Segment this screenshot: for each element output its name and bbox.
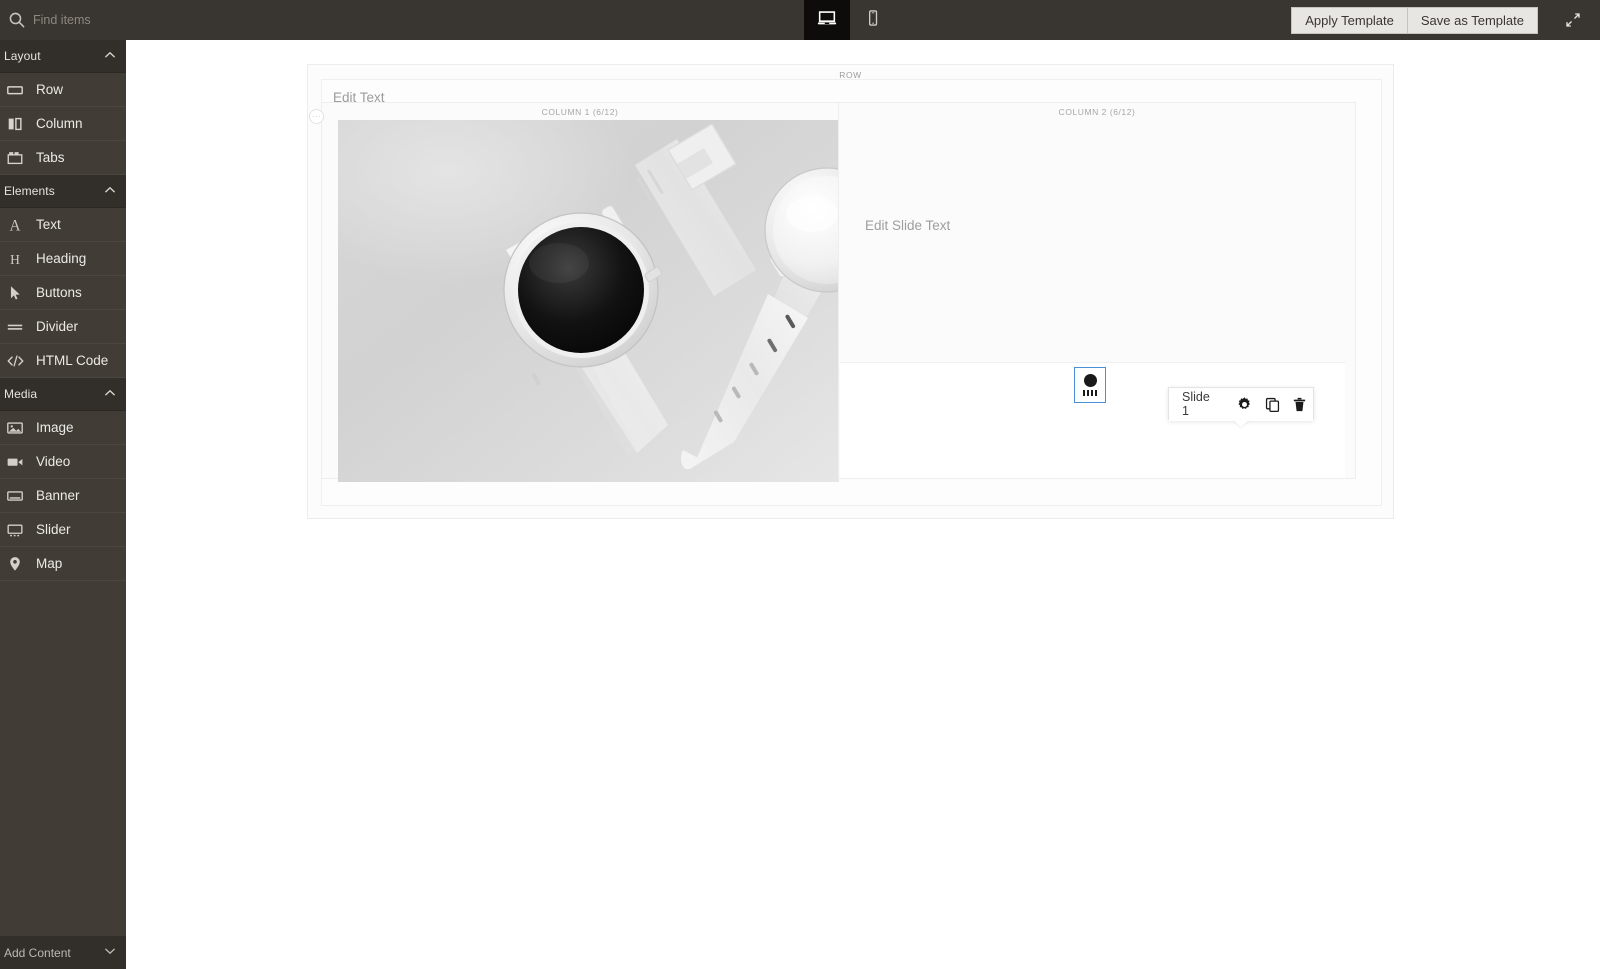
sidebar-item-map[interactable]: Map: [0, 547, 126, 581]
column-1-label: COLUMN 1 (6/12): [541, 107, 619, 117]
sidebar-group-media-label: Media: [4, 387, 38, 401]
save-as-template-button[interactable]: Save as Template: [1407, 6, 1538, 34]
row-icon: [5, 80, 25, 100]
expand-diagonal-icon[interactable]: [1556, 0, 1590, 40]
apply-template-button[interactable]: Apply Template: [1291, 6, 1408, 34]
image-icon: [5, 418, 25, 438]
sidebar-item-divider[interactable]: Divider: [0, 310, 126, 344]
sidebar-item-text-label: Text: [36, 217, 61, 232]
topbar-actions: Apply Template Save as Template: [1291, 0, 1600, 40]
watch-image[interactable]: [338, 120, 839, 482]
watch-photo-illustration: [503, 123, 839, 470]
copy-icon[interactable]: [1258, 390, 1285, 418]
trash-icon[interactable]: [1286, 390, 1313, 418]
sidebar-item-slider-label: Slider: [36, 522, 71, 537]
search-container[interactable]: [0, 0, 126, 40]
sidebar-item-html-code-label: HTML Code: [36, 353, 109, 368]
left-sidebar: Layout Row Column Tabs Elements A Text H…: [0, 40, 126, 969]
divider-icon: [5, 317, 25, 337]
sidebar-item-tabs-label: Tabs: [36, 150, 65, 165]
sidebar-item-map-label: Map: [36, 556, 63, 571]
sidebar-group-elements[interactable]: Elements: [0, 175, 126, 208]
tabs-icon: [5, 148, 25, 168]
column-2-label: COLUMN 2 (6/12): [1058, 107, 1136, 117]
sidebar-group-media[interactable]: Media: [0, 378, 126, 411]
desktop-icon: [816, 7, 838, 34]
slide-element-selected[interactable]: [1074, 367, 1106, 403]
sidebar-group-elements-label: Elements: [4, 184, 55, 198]
search-input[interactable]: [33, 13, 125, 27]
sidebar-item-tabs[interactable]: Tabs: [0, 141, 126, 175]
video-camera-icon: [5, 452, 25, 472]
gear-icon[interactable]: [1231, 390, 1258, 418]
sidebar-item-column[interactable]: Column: [0, 107, 126, 141]
device-preview-toggle: [804, 0, 896, 40]
sidebar-item-heading[interactable]: H Heading: [0, 242, 126, 276]
slider-indicator-icon: [1083, 374, 1097, 387]
sidebar-item-html-code[interactable]: HTML Code: [0, 344, 126, 378]
svg-text:A: A: [9, 217, 20, 234]
banner-icon: [5, 486, 25, 506]
sidebar-item-column-label: Column: [36, 116, 83, 131]
sidebar-item-slider[interactable]: Slider: [0, 513, 126, 547]
sidebar-item-video-label: Video: [36, 454, 71, 469]
sidebar-add-content-footer[interactable]: Add Content: [0, 936, 126, 969]
mobile-icon: [863, 8, 883, 33]
slide-toolbar-caret: [1233, 420, 1249, 427]
chevron-up-icon: [103, 48, 117, 65]
sidebar-group-layout[interactable]: Layout: [0, 40, 126, 73]
chevron-up-icon: [103, 183, 117, 200]
image-drag-handle[interactable]: ···: [309, 109, 324, 124]
heading-h-icon: H: [5, 249, 25, 269]
sidebar-item-heading-label: Heading: [36, 251, 87, 266]
top-toolbar: Apply Template Save as Template: [0, 0, 1600, 40]
map-pin-icon: [5, 554, 25, 574]
column-1[interactable]: COLUMN 1 (6/12) ···: [309, 102, 839, 482]
cursor-pointer-icon: [5, 283, 25, 303]
column-icon: [5, 114, 25, 134]
editor-canvas: ROW Edit Text COLUMN 1 (6/12) ··· COLUMN…: [126, 40, 1600, 969]
sidebar-item-image-label: Image: [36, 420, 74, 435]
device-mobile-button[interactable]: [850, 0, 896, 40]
sidebar-item-banner-label: Banner: [36, 488, 80, 503]
slider-icon: [5, 520, 25, 540]
columns-wrapper: COLUMN 1 (6/12) ··· COLUMN 2 (6/12) Edit…: [309, 102, 1356, 482]
sidebar-item-row[interactable]: Row: [0, 73, 126, 107]
text-a-icon: A: [5, 215, 25, 235]
chevron-down-icon: [103, 944, 117, 961]
sidebar-item-video[interactable]: Video: [0, 445, 126, 479]
sidebar-item-image[interactable]: Image: [0, 411, 126, 445]
slide-toolbar: Slide 1: [1168, 387, 1314, 421]
sidebar-item-row-label: Row: [36, 82, 64, 97]
slider-bars-icon: [1082, 390, 1098, 396]
device-desktop-button[interactable]: [804, 0, 850, 40]
sidebar-item-banner[interactable]: Banner: [0, 479, 126, 513]
sidebar-add-content-label: Add Content: [4, 945, 71, 960]
sidebar-group-layout-label: Layout: [4, 49, 41, 63]
edit-slide-text-placeholder[interactable]: Edit Slide Text: [865, 218, 950, 233]
search-icon: [8, 11, 26, 29]
sidebar-item-text[interactable]: A Text: [0, 208, 126, 242]
sidebar-item-buttons-label: Buttons: [36, 285, 82, 300]
row-container[interactable]: ROW Edit Text COLUMN 1 (6/12) ··· COLUMN…: [307, 64, 1394, 519]
code-brackets-icon: [5, 351, 25, 371]
sidebar-item-buttons[interactable]: Buttons: [0, 276, 126, 310]
chevron-up-icon: [103, 386, 117, 403]
svg-text:H: H: [10, 251, 20, 266]
sidebar-item-divider-label: Divider: [36, 319, 79, 334]
column-2[interactable]: COLUMN 2 (6/12) Edit Slide Text: [838, 102, 1356, 479]
slide-toolbar-title: Slide 1: [1182, 390, 1210, 418]
